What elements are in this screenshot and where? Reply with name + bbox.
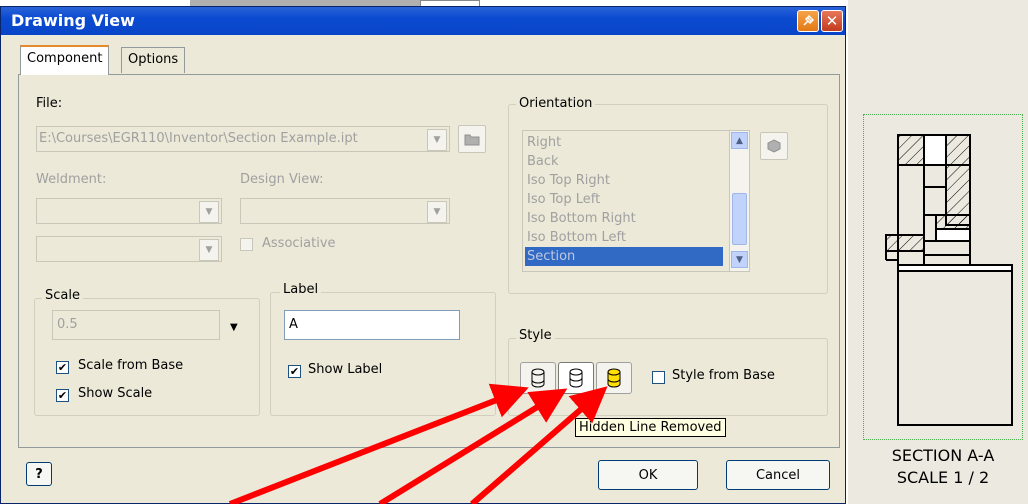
style-group [508,338,828,416]
section-caption: SECTION A-A [891,446,995,465]
close-icon: ✕ [825,12,839,30]
scroll-up-icon[interactable]: ▲ [731,132,748,149]
tab-component[interactable]: Component [20,45,110,75]
hidden-line-icon [531,368,545,388]
chevron-down-icon[interactable]: ▼ [427,201,447,223]
close-button[interactable]: ✕ [821,10,843,32]
show-label-checkbox[interactable]: ✔ [288,365,301,378]
weldment-combo[interactable]: ▼ [36,198,222,224]
browse-button[interactable] [458,125,486,153]
scroll-down-icon[interactable]: ▼ [731,251,748,268]
file-path-value: E:\Courses\EGR110\Inventor\Section Examp… [39,131,358,146]
list-item[interactable]: Right [525,133,561,152]
weldment-label: Weldment: [36,172,107,187]
pin-icon [803,14,815,26]
scale-dropdown-icon[interactable]: ▼ [230,322,238,333]
associative-label: Associative [262,236,336,251]
design-view-combo[interactable]: ▼ [240,198,450,224]
label-group-title: Label [280,282,322,297]
label-value: A [289,317,298,332]
scroll-thumb[interactable] [732,193,747,245]
ok-button[interactable]: OK [598,460,698,490]
chevron-down-icon[interactable]: ▼ [199,239,219,261]
orientation-list[interactable]: Right Back Iso Top Right Iso Top Left Is… [522,130,750,272]
help-button[interactable]: ? [26,462,52,486]
section-view-drawing [885,134,1013,426]
custom-view-button[interactable] [760,132,788,160]
title-bar[interactable]: Drawing View ✕ [1,7,845,35]
associative-checkbox[interactable] [240,238,253,251]
list-item[interactable]: Iso Bottom Left [525,228,626,247]
file-label: File: [36,96,63,111]
shaded-style-button[interactable] [596,362,632,394]
list-item[interactable]: Iso Bottom Right [525,209,636,228]
list-item[interactable]: Iso Top Left [525,190,600,209]
design-view-label: Design View: [240,172,324,187]
scale-group-title: Scale [42,288,83,303]
scale-from-base-checkbox[interactable]: ✔ [56,361,69,374]
list-item[interactable]: Iso Top Right [525,171,610,190]
chevron-down-icon[interactable]: ▼ [427,129,447,151]
folder-icon [464,134,480,146]
list-item-selected[interactable]: Section [525,247,723,266]
label-input[interactable]: A [284,310,460,340]
orientation-scrollbar[interactable]: ▲ ▼ [729,131,749,271]
shaded-icon [607,368,621,388]
list-item[interactable]: Back [525,152,559,171]
tab-options[interactable]: Options [121,47,186,73]
hidden-line-style-button[interactable] [520,362,556,394]
scale-input[interactable]: 0.5 [52,310,220,340]
scale-value: 0.5 [57,317,78,332]
file-combo[interactable]: E:\Courses\EGR110\Inventor\Section Examp… [36,126,450,152]
tooltip: Hidden Line Removed [575,418,726,437]
show-scale-checkbox[interactable]: ✔ [56,389,69,402]
hidden-line-removed-style-button[interactable] [558,362,594,394]
pin-button[interactable] [797,10,819,32]
chevron-down-icon[interactable]: ▼ [199,201,219,223]
weldment-sub-combo[interactable]: ▼ [36,236,222,262]
show-scale-label: Show Scale [78,386,153,401]
style-group-title: Style [516,328,555,343]
drawing-view-frame[interactable] [863,114,1023,440]
style-from-base-checkbox[interactable] [652,371,665,384]
scale-from-base-label: Scale from Base [78,358,184,373]
help-icon: ? [35,466,43,482]
cube-icon [767,139,781,153]
style-from-base-label: Style from Base [672,368,775,383]
show-label-label: Show Label [308,362,383,377]
orientation-group-title: Orientation [516,96,596,111]
hidden-line-removed-icon [569,368,583,388]
scale-caption: SCALE 1 / 2 [896,468,990,487]
dialog-title: Drawing View [11,11,135,30]
cancel-button[interactable]: Cancel [726,460,830,490]
